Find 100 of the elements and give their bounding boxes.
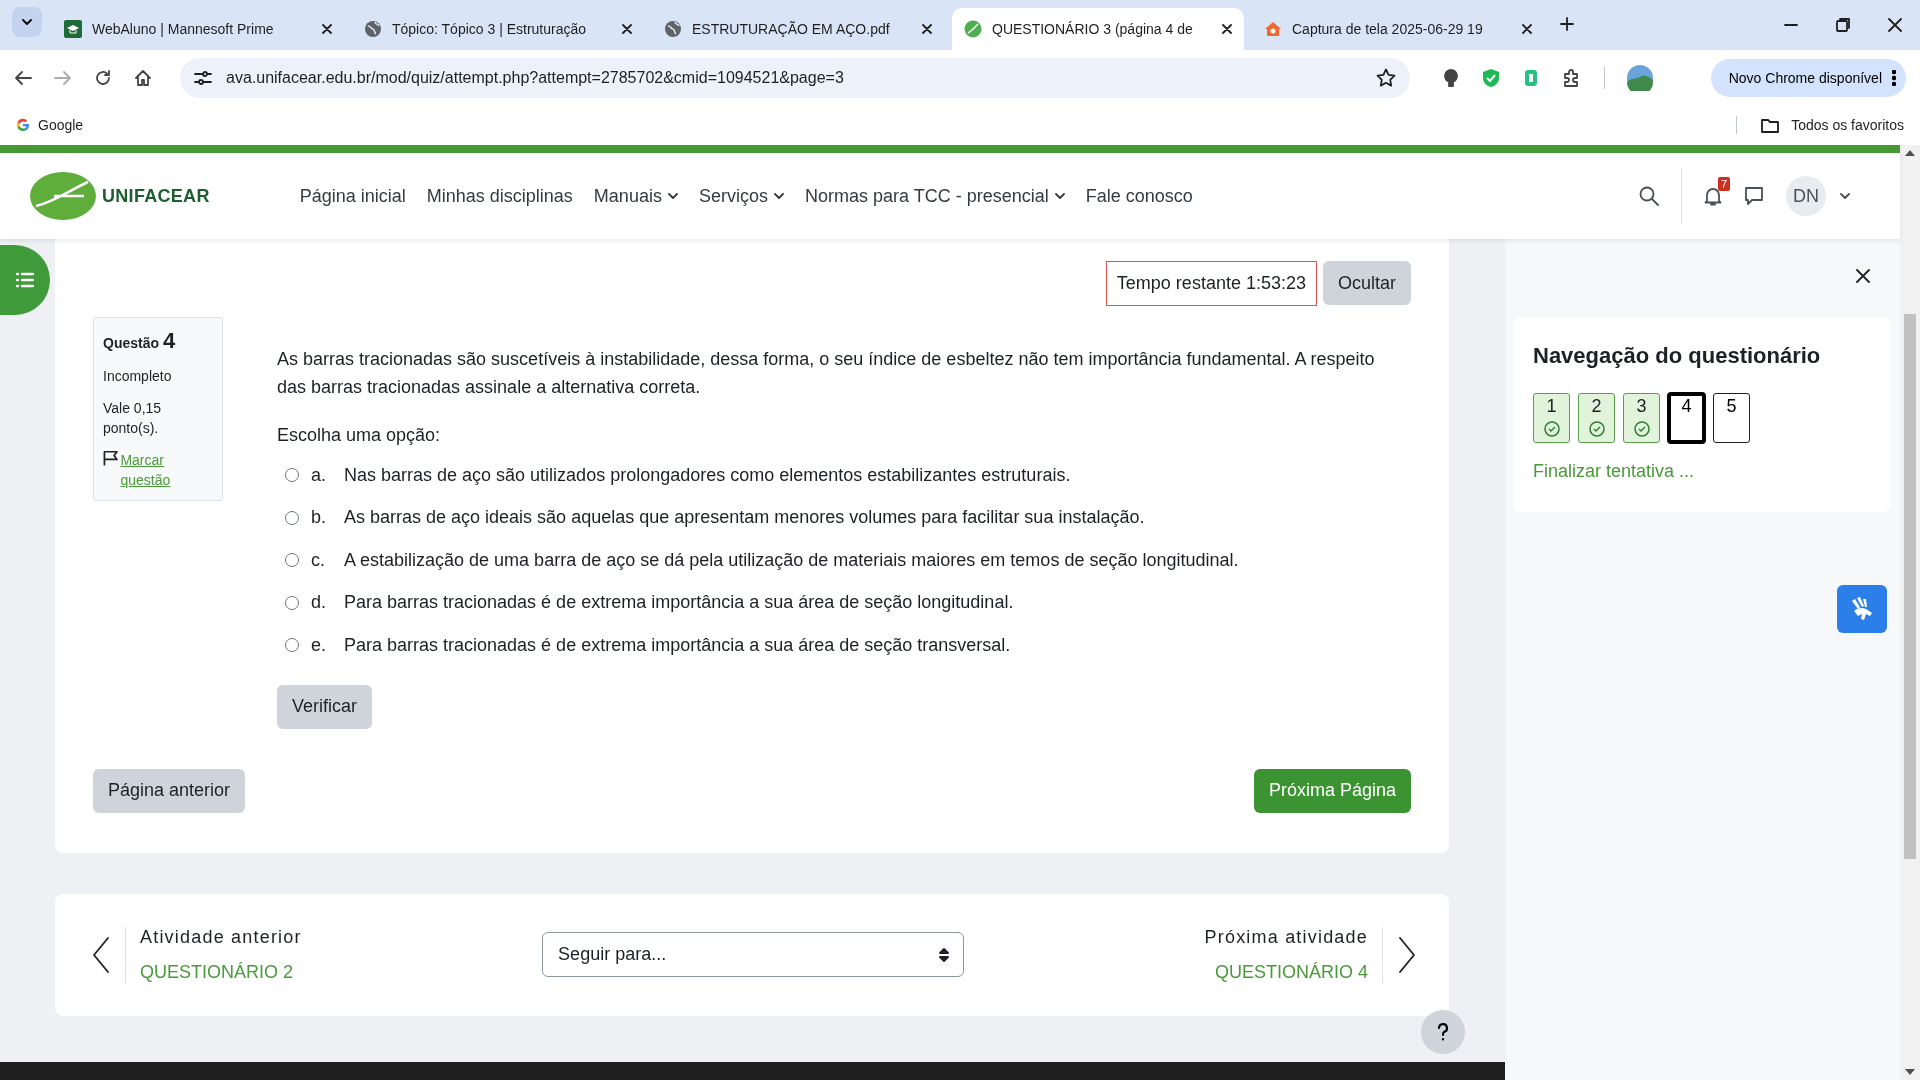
time-remaining: Tempo restante 1:53:23 (1105, 261, 1317, 306)
nav-link[interactable]: Manuais (593, 185, 678, 207)
option-letter: b. (311, 507, 327, 529)
lightbulb-icon[interactable] (1442, 67, 1460, 88)
tab-search-button[interactable] (12, 7, 42, 37)
hide-timer-button[interactable]: Ocultar (1322, 261, 1411, 305)
home-icon[interactable] (134, 68, 152, 87)
finish-attempt-link[interactable]: Finalizar tentativa ... (1533, 461, 1871, 482)
option-text[interactable]: Para barras tracionadas é de extrema importância a sua área de seção longitudinal. (344, 592, 1014, 614)
close-tab-icon[interactable] (1222, 24, 1232, 34)
nav-link[interactable]: Página inicial (299, 185, 406, 207)
option-text[interactable]: A estabilização de uma barra de aço se dá pela utilização de materiais maiores em temos de seção longitudinal. (344, 549, 1239, 571)
close-tab-icon[interactable] (1522, 24, 1532, 34)
jump-to-select[interactable]: Seguir para... (542, 932, 965, 977)
leaf-logo-icon (30, 172, 96, 220)
folder-icon[interactable] (1761, 117, 1780, 133)
question-label: Questão (103, 335, 159, 351)
caret-icon (22, 19, 32, 25)
shield-icon[interactable] (1482, 67, 1500, 88)
previous-page-button[interactable]: Página anterior (93, 768, 246, 813)
question-number: 4 (1681, 396, 1692, 417)
previous-activity-label: Atividade anterior (140, 926, 302, 948)
close-tab-icon[interactable] (622, 24, 632, 34)
new-tab-icon[interactable] (1560, 16, 1574, 31)
nav-link[interactable]: Fale conosco (1085, 185, 1193, 207)
chrome-update-button[interactable]: Novo Chrome disponível (1710, 58, 1906, 97)
sort-arrows-icon (939, 947, 950, 962)
close-window-icon[interactable] (1888, 18, 1902, 32)
graduation-cap-icon (64, 20, 82, 38)
close-tab-icon[interactable] (922, 24, 932, 34)
option-text[interactable]: As barras de aço ideais são aquelas que apresentam menores volumes para facilitar sua instalação. (344, 507, 1145, 529)
back-icon[interactable] (14, 69, 32, 86)
question-text: As barras tracionadas são suscetíveis à instabilidade, dessa forma, o seu índice de esbeltez não tem importância fundamental. A respeito das barras tracionadas assinale a alternativa correta. (277, 348, 1376, 399)
search-icon[interactable] (1639, 186, 1659, 206)
bookmark-star-icon[interactable] (1376, 67, 1396, 88)
chevron-left-icon[interactable] (93, 936, 109, 973)
question-points: Vale 0,15 ponto(s). (103, 399, 163, 438)
question-number: 2 (1591, 396, 1602, 417)
site-settings-icon[interactable] (194, 69, 212, 86)
nav-link[interactable]: Serviços (698, 185, 784, 207)
question-nav-button[interactable]: 2 (1578, 393, 1615, 443)
option-text[interactable]: Para barras tracionadas é de extrema importância a sua área de seção transversal. (344, 634, 1011, 656)
option-letter: c. (311, 549, 326, 571)
google-g-icon (16, 118, 30, 132)
all-bookmarks-link[interactable]: Todos os favoritos (1791, 117, 1904, 133)
check-circle-icon (1543, 421, 1560, 437)
browser-tab[interactable]: Tópico: Tópico 3 | Estruturação (352, 8, 644, 50)
check-circle-icon (1588, 421, 1605, 437)
close-drawer-icon[interactable] (1856, 269, 1870, 283)
notification-count: 7 (1717, 177, 1730, 191)
list-icon (16, 272, 34, 288)
house-logo-icon (1264, 20, 1282, 38)
browser-tab[interactable]: Captura de tela 2025-06-29 19 (1252, 8, 1544, 50)
caret-icon (1054, 193, 1065, 199)
course-index-toggle[interactable] (0, 245, 50, 315)
scrollbar-thumb[interactable] (1904, 314, 1916, 859)
check-circle-icon (1633, 421, 1650, 437)
reload-icon[interactable] (94, 68, 112, 87)
next-page-button[interactable]: Próxima Página (1253, 768, 1411, 813)
chevron-right-icon[interactable] (1399, 936, 1415, 973)
more-icon (1892, 69, 1896, 86)
address-bar[interactable]: ava.unifacear.edu.br/mod/quiz/attempt.php?attempt=2785702&cmid=1094521&page=3 (180, 57, 1410, 98)
leaf-logo-icon (964, 20, 982, 38)
question-number: 5 (1726, 396, 1737, 417)
nav-link[interactable]: Normas para TCC - presencial (804, 185, 1065, 207)
globe-icon (364, 20, 382, 38)
flag-icon[interactable] (103, 450, 119, 466)
question-status: Incompleto (103, 367, 173, 386)
scroll-up-icon[interactable] (1905, 149, 1915, 156)
previous-activity-link[interactable]: QUESTIONÁRIO 2 (140, 961, 302, 983)
browser-tab[interactable]: WebAluno | Mannesoft Prime (52, 8, 344, 50)
check-button[interactable]: Verificar (277, 684, 373, 729)
next-activity-label: Próxima atividade (1204, 926, 1368, 948)
caret-icon (1840, 193, 1850, 199)
profile-avatar[interactable] (1627, 64, 1653, 91)
accessibility-button[interactable] (1837, 585, 1887, 633)
scroll-down-icon[interactable] (1905, 1069, 1915, 1076)
help-button[interactable] (1421, 1010, 1465, 1054)
question-nav-button[interactable]: 3 (1623, 393, 1660, 443)
browser-tab[interactable]: ESTRUTURAÇÃO EM AÇO.pdf (652, 8, 944, 50)
close-tab-icon[interactable] (322, 24, 332, 34)
question-number: 1 (1546, 396, 1557, 417)
question-nav-button[interactable]: 5 (1713, 393, 1750, 443)
question-nav-button[interactable]: 4 (1668, 393, 1705, 443)
next-activity-link[interactable]: QUESTIONÁRIO 4 (1214, 961, 1368, 983)
restore-icon[interactable] (1836, 18, 1850, 32)
question-nav-button[interactable]: 1 (1533, 393, 1570, 443)
user-avatar[interactable]: DN (1786, 176, 1826, 216)
message-icon[interactable] (1744, 186, 1764, 206)
option-text[interactable]: Nas barras de aço são utilizados prolongadores como elementos estabilizantes estruturais. (344, 464, 1071, 486)
caret-icon (773, 193, 784, 199)
option-letter: a. (311, 464, 327, 486)
browser-tab[interactable]: QUESTIONÁRIO 3 (página 4 de (952, 8, 1244, 50)
panel-title: Navegação do questionário (1533, 343, 1822, 369)
question-number: 4 (162, 328, 176, 353)
option-letter: d. (311, 592, 327, 614)
bookmark-link[interactable]: Google (38, 117, 84, 133)
nav-link[interactable]: Minhas disciplinas (426, 185, 573, 207)
question-mark-icon (1437, 1023, 1449, 1041)
notification-bell-icon[interactable] (1704, 186, 1722, 206)
